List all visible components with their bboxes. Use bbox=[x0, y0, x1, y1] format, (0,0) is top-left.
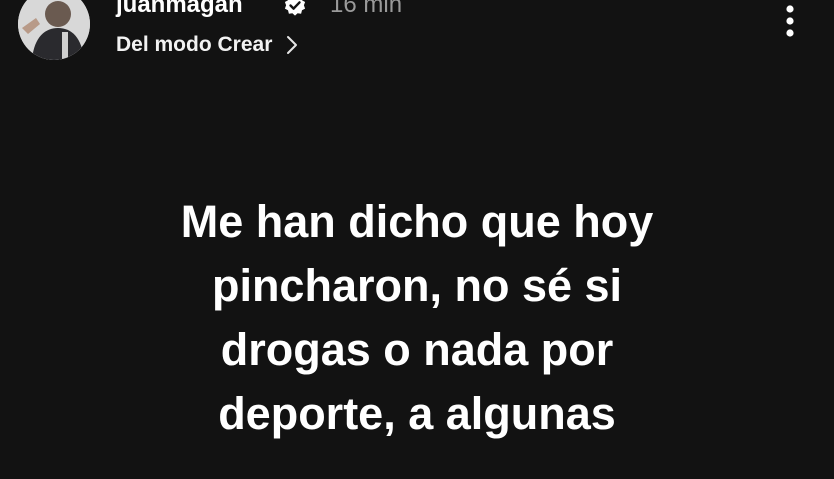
verified-badge-icon bbox=[284, 0, 306, 16]
username-link[interactable]: juanmagan bbox=[116, 0, 243, 20]
story-text-line: pincharon, no sé si bbox=[211, 260, 623, 311]
story-text-line: deporte, a algunas bbox=[218, 388, 616, 439]
more-options-button[interactable] bbox=[776, 0, 804, 44]
create-mode-label: Del modo Crear bbox=[116, 33, 273, 56]
story-text-block: Me han dicho que hoy pincharon, no sé si… bbox=[0, 190, 834, 446]
avatar[interactable] bbox=[18, 0, 90, 60]
story-header: juanmagan 16 min Del modo Crear bbox=[0, 0, 834, 70]
chevron-right-icon bbox=[287, 36, 298, 54]
create-mode-link[interactable]: Del modo Crear bbox=[116, 30, 298, 60]
story-text-line: drogas o nada por bbox=[220, 324, 614, 375]
story-text-line: Me han dicho que hoy bbox=[180, 196, 654, 247]
avatar-image bbox=[18, 0, 90, 60]
more-vertical-icon bbox=[786, 5, 794, 37]
story-timestamp: 16 min bbox=[330, 0, 403, 18]
